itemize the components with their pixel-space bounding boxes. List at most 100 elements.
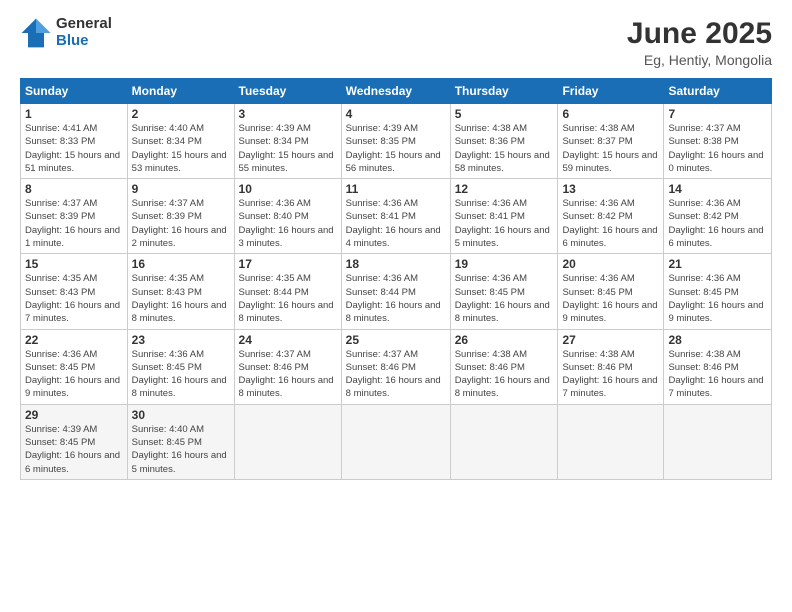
day-info-30: Sunrise: 4:40 AMSunset: 8:45 PMDaylight:… (132, 423, 230, 476)
day-cell-28: 28 Sunrise: 4:38 AMSunset: 8:46 PMDaylig… (664, 329, 772, 404)
day-cell-7: 7 Sunrise: 4:37 AMSunset: 8:38 PMDayligh… (664, 104, 772, 179)
calendar-table: Sunday Monday Tuesday Wednesday Thursday… (20, 78, 772, 480)
week-row-1: 1 Sunrise: 4:41 AMSunset: 8:33 PMDayligh… (21, 104, 772, 179)
day-num-17: 17 (239, 257, 337, 271)
day-cell-8: 8 Sunrise: 4:37 AMSunset: 8:39 PMDayligh… (21, 179, 128, 254)
title-block: June 2025 Eg, Hentiy, Mongolia (627, 16, 772, 68)
empty-cell-1 (234, 404, 341, 479)
day-num-6: 6 (562, 107, 659, 121)
day-num-24: 24 (239, 333, 337, 347)
logo-general-label: General (56, 16, 112, 33)
day-cell-15: 15 Sunrise: 4:35 AMSunset: 8:43 PMDaylig… (21, 254, 128, 329)
col-monday: Monday (127, 79, 234, 104)
day-num-25: 25 (346, 333, 446, 347)
day-cell-5: 5 Sunrise: 4:38 AMSunset: 8:36 PMDayligh… (450, 104, 558, 179)
day-info-18: Sunrise: 4:36 AMSunset: 8:44 PMDaylight:… (346, 272, 446, 325)
day-info-14: Sunrise: 4:36 AMSunset: 8:42 PMDaylight:… (668, 197, 767, 250)
day-info-21: Sunrise: 4:36 AMSunset: 8:45 PMDaylight:… (668, 272, 767, 325)
empty-cell-2 (341, 404, 450, 479)
day-cell-10: 10 Sunrise: 4:36 AMSunset: 8:40 PMDaylig… (234, 179, 341, 254)
day-info-16: Sunrise: 4:35 AMSunset: 8:43 PMDaylight:… (132, 272, 230, 325)
day-info-5: Sunrise: 4:38 AMSunset: 8:36 PMDaylight:… (455, 122, 554, 175)
day-cell-6: 6 Sunrise: 4:38 AMSunset: 8:37 PMDayligh… (558, 104, 664, 179)
day-num-18: 18 (346, 257, 446, 271)
day-num-14: 14 (668, 182, 767, 196)
day-cell-1: 1 Sunrise: 4:41 AMSunset: 8:33 PMDayligh… (21, 104, 128, 179)
day-num-3: 3 (239, 107, 337, 121)
empty-cell-3 (450, 404, 558, 479)
day-cell-18: 18 Sunrise: 4:36 AMSunset: 8:44 PMDaylig… (341, 254, 450, 329)
empty-cell-5 (664, 404, 772, 479)
col-friday: Friday (558, 79, 664, 104)
day-cell-13: 13 Sunrise: 4:36 AMSunset: 8:42 PMDaylig… (558, 179, 664, 254)
day-cell-19: 19 Sunrise: 4:36 AMSunset: 8:45 PMDaylig… (450, 254, 558, 329)
day-cell-22: 22 Sunrise: 4:36 AMSunset: 8:45 PMDaylig… (21, 329, 128, 404)
calendar-header-row: Sunday Monday Tuesday Wednesday Thursday… (21, 79, 772, 104)
day-num-27: 27 (562, 333, 659, 347)
day-info-29: Sunrise: 4:39 AMSunset: 8:45 PMDaylight:… (25, 423, 123, 476)
day-info-8: Sunrise: 4:37 AMSunset: 8:39 PMDaylight:… (25, 197, 123, 250)
day-num-8: 8 (25, 182, 123, 196)
day-info-13: Sunrise: 4:36 AMSunset: 8:42 PMDaylight:… (562, 197, 659, 250)
day-info-24: Sunrise: 4:37 AMSunset: 8:46 PMDaylight:… (239, 348, 337, 401)
col-sunday: Sunday (21, 79, 128, 104)
page: General Blue June 2025 Eg, Hentiy, Mongo… (0, 0, 792, 612)
day-cell-4: 4 Sunrise: 4:39 AMSunset: 8:35 PMDayligh… (341, 104, 450, 179)
day-num-1: 1 (25, 107, 123, 121)
day-num-16: 16 (132, 257, 230, 271)
day-info-28: Sunrise: 4:38 AMSunset: 8:46 PMDaylight:… (668, 348, 767, 401)
day-num-7: 7 (668, 107, 767, 121)
day-info-1: Sunrise: 4:41 AMSunset: 8:33 PMDaylight:… (25, 122, 123, 175)
subtitle: Eg, Hentiy, Mongolia (627, 52, 772, 68)
logo-blue-label: Blue (56, 33, 112, 50)
day-cell-27: 27 Sunrise: 4:38 AMSunset: 8:46 PMDaylig… (558, 329, 664, 404)
main-title: June 2025 (627, 16, 772, 52)
week-row-4: 22 Sunrise: 4:36 AMSunset: 8:45 PMDaylig… (21, 329, 772, 404)
day-num-26: 26 (455, 333, 554, 347)
day-info-22: Sunrise: 4:36 AMSunset: 8:45 PMDaylight:… (25, 348, 123, 401)
day-info-7: Sunrise: 4:37 AMSunset: 8:38 PMDaylight:… (668, 122, 767, 175)
header: General Blue June 2025 Eg, Hentiy, Mongo… (20, 16, 772, 68)
day-num-5: 5 (455, 107, 554, 121)
day-num-23: 23 (132, 333, 230, 347)
logo-text: General Blue (56, 16, 112, 49)
day-info-20: Sunrise: 4:36 AMSunset: 8:45 PMDaylight:… (562, 272, 659, 325)
day-info-11: Sunrise: 4:36 AMSunset: 8:41 PMDaylight:… (346, 197, 446, 250)
day-num-22: 22 (25, 333, 123, 347)
day-info-4: Sunrise: 4:39 AMSunset: 8:35 PMDaylight:… (346, 122, 446, 175)
day-cell-2: 2 Sunrise: 4:40 AMSunset: 8:34 PMDayligh… (127, 104, 234, 179)
day-num-29: 29 (25, 408, 123, 422)
day-num-10: 10 (239, 182, 337, 196)
day-info-17: Sunrise: 4:35 AMSunset: 8:44 PMDaylight:… (239, 272, 337, 325)
day-cell-24: 24 Sunrise: 4:37 AMSunset: 8:46 PMDaylig… (234, 329, 341, 404)
day-info-23: Sunrise: 4:36 AMSunset: 8:45 PMDaylight:… (132, 348, 230, 401)
day-info-12: Sunrise: 4:36 AMSunset: 8:41 PMDaylight:… (455, 197, 554, 250)
day-cell-11: 11 Sunrise: 4:36 AMSunset: 8:41 PMDaylig… (341, 179, 450, 254)
day-info-19: Sunrise: 4:36 AMSunset: 8:45 PMDaylight:… (455, 272, 554, 325)
day-cell-17: 17 Sunrise: 4:35 AMSunset: 8:44 PMDaylig… (234, 254, 341, 329)
logo: General Blue (20, 16, 112, 49)
day-num-21: 21 (668, 257, 767, 271)
day-info-26: Sunrise: 4:38 AMSunset: 8:46 PMDaylight:… (455, 348, 554, 401)
day-num-15: 15 (25, 257, 123, 271)
week-row-2: 8 Sunrise: 4:37 AMSunset: 8:39 PMDayligh… (21, 179, 772, 254)
day-cell-14: 14 Sunrise: 4:36 AMSunset: 8:42 PMDaylig… (664, 179, 772, 254)
day-info-6: Sunrise: 4:38 AMSunset: 8:37 PMDaylight:… (562, 122, 659, 175)
day-cell-25: 25 Sunrise: 4:37 AMSunset: 8:46 PMDaylig… (341, 329, 450, 404)
day-info-2: Sunrise: 4:40 AMSunset: 8:34 PMDaylight:… (132, 122, 230, 175)
day-info-27: Sunrise: 4:38 AMSunset: 8:46 PMDaylight:… (562, 348, 659, 401)
day-num-19: 19 (455, 257, 554, 271)
logo-icon (20, 17, 52, 49)
day-info-15: Sunrise: 4:35 AMSunset: 8:43 PMDaylight:… (25, 272, 123, 325)
day-cell-30: 30 Sunrise: 4:40 AMSunset: 8:45 PMDaylig… (127, 404, 234, 479)
col-saturday: Saturday (664, 79, 772, 104)
day-info-25: Sunrise: 4:37 AMSunset: 8:46 PMDaylight:… (346, 348, 446, 401)
day-num-9: 9 (132, 182, 230, 196)
day-num-30: 30 (132, 408, 230, 422)
day-cell-16: 16 Sunrise: 4:35 AMSunset: 8:43 PMDaylig… (127, 254, 234, 329)
day-info-3: Sunrise: 4:39 AMSunset: 8:34 PMDaylight:… (239, 122, 337, 175)
empty-cell-4 (558, 404, 664, 479)
col-tuesday: Tuesday (234, 79, 341, 104)
day-cell-9: 9 Sunrise: 4:37 AMSunset: 8:39 PMDayligh… (127, 179, 234, 254)
week-row-5: 29 Sunrise: 4:39 AMSunset: 8:45 PMDaylig… (21, 404, 772, 479)
